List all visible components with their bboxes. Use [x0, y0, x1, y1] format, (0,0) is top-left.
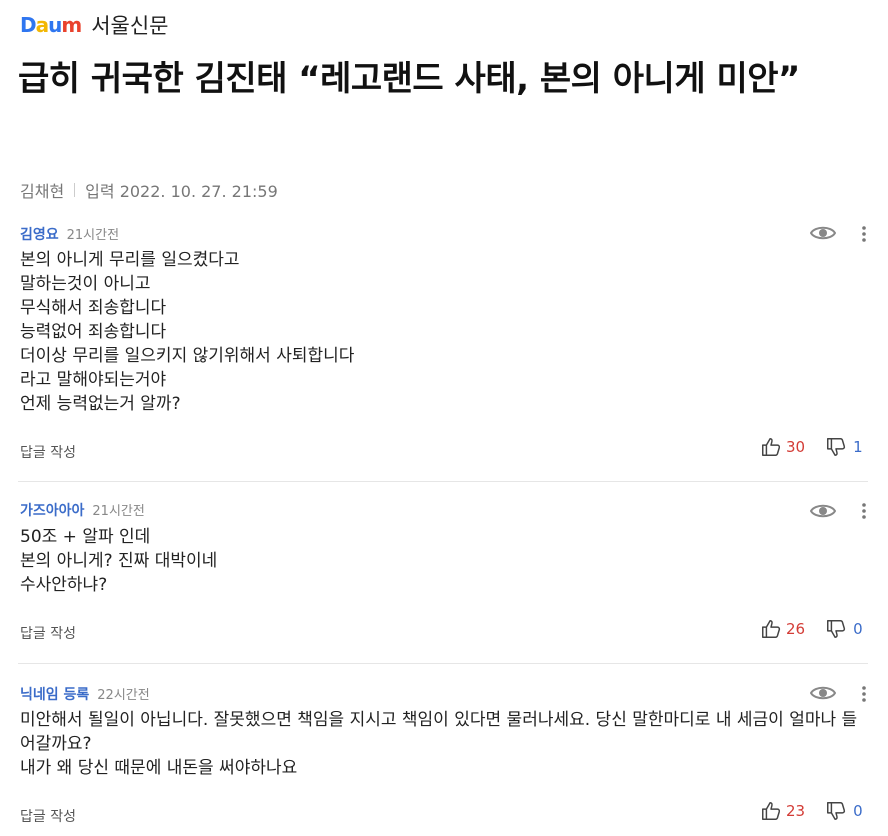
dislike-count: 0 — [853, 802, 863, 820]
reply-button[interactable]: 답글 작성 — [20, 623, 76, 643]
article-title: 급히 귀국한 김진태 “레고랜드 사태, 본의 아니게 미안” — [18, 59, 800, 99]
daum-logo[interactable]: Daum — [20, 13, 82, 37]
comment-time: 21시간전 — [66, 228, 120, 243]
dislike-count: 0 — [853, 620, 863, 638]
thumbs-down-icon — [827, 620, 846, 638]
comment-author[interactable]: 닉네임 등록 — [20, 684, 89, 704]
like-button[interactable]: 26 — [760, 618, 825, 640]
comment-time: 21시간전 — [92, 504, 145, 519]
comment-header: 닉네임 등록 22시간전 — [20, 684, 150, 704]
comment-body: 50조 + 알파 인데 본의 아니게? 진짜 대박이네 수사안하냐? — [20, 527, 218, 595]
comment-divider — [18, 663, 868, 664]
byline-divider — [74, 183, 76, 197]
press-name[interactable]: 서울신문 — [91, 10, 168, 40]
eye-icon[interactable] — [810, 224, 836, 242]
more-icon[interactable] — [858, 224, 870, 244]
comment-author[interactable]: 가즈아아아 — [20, 500, 84, 520]
vote-group: 26 0 — [760, 618, 863, 640]
publish-date: 입력 2022. 10. 27. 21:59 — [85, 182, 278, 201]
vote-group: 23 0 — [760, 800, 863, 822]
like-count: 23 — [786, 802, 806, 820]
thumbs-down-icon — [827, 802, 846, 820]
eye-icon[interactable] — [810, 684, 836, 702]
thumbs-up-icon — [762, 802, 781, 820]
comment-header: 가즈아아아 21시간전 — [20, 500, 145, 520]
comment-divider — [18, 481, 868, 482]
dislike-button[interactable]: 0 — [825, 800, 863, 822]
like-button[interactable]: 23 — [760, 800, 825, 822]
thumbs-down-icon — [827, 438, 846, 456]
thumbs-up-icon — [762, 438, 781, 456]
comment-header: 김영요 21시간전 — [20, 224, 119, 244]
author-name[interactable]: 김채현 — [20, 178, 64, 202]
reply-button[interactable]: 답글 작성 — [20, 442, 76, 462]
comment-body: 미안해서 될일이 아닙니다. 잘못했으면 책임을 지시고 책임이 있다면 물러나… — [20, 710, 858, 778]
byline: 김채현 입력 2022. 10. 27. 21:59 — [20, 178, 278, 202]
header: Daum 서울신문 — [20, 8, 168, 42]
dislike-button[interactable]: 1 — [825, 436, 863, 458]
like-count: 26 — [786, 620, 806, 638]
like-count: 30 — [786, 438, 806, 456]
comment-author[interactable]: 김영요 — [20, 224, 59, 244]
comment-time: 22시간전 — [97, 688, 150, 703]
more-icon[interactable] — [858, 684, 870, 704]
comment-body: 본의 아니게 무리를 일으켰다고 말하는것이 아니고 무식해서 죄송합니다 능력… — [20, 250, 355, 414]
like-button[interactable]: 30 — [760, 436, 825, 458]
thumbs-up-icon — [762, 620, 781, 638]
reply-button[interactable]: 답글 작성 — [20, 806, 76, 826]
more-icon[interactable] — [858, 501, 870, 521]
vote-group: 30 1 — [760, 436, 863, 458]
eye-icon[interactable] — [810, 502, 836, 520]
dislike-button[interactable]: 0 — [825, 618, 863, 640]
dislike-count: 1 — [853, 438, 863, 456]
